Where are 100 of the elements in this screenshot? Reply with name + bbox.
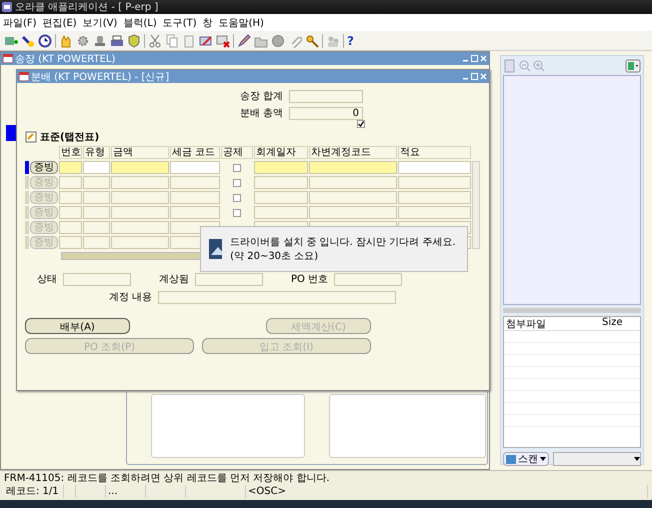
table-cell[interactable] [111,236,169,249]
status-message: FRM-41105: 레코드를 조회하려면 상위 레코드를 먼저 저장해야 합니다. [4,472,331,485]
menu-item[interactable]: 편집(E) [42,16,77,30]
gear-icon[interactable] [76,34,90,48]
table-cell[interactable] [309,161,397,174]
invoice-total-field[interactable] [289,90,363,102]
table-cell[interactable] [170,206,220,219]
clock-icon[interactable] [38,34,52,48]
table-cell[interactable] [170,191,220,204]
paste-icon[interactable] [182,34,196,48]
table-cell[interactable] [83,191,110,204]
table-cell[interactable] [309,206,397,219]
flashlight-icon[interactable] [21,34,35,48]
scanner-icon [506,454,516,464]
menu-item[interactable]: 블럭(L) [123,16,157,30]
table-cell[interactable] [254,191,308,204]
window-title: 분배 (KT POWERTEL) - [신규] [31,70,170,84]
attachment-list[interactable]: 첨부파일 Size [503,316,641,448]
column-header: 차변계정코드 [309,146,397,159]
shield-icon[interactable] [127,34,141,48]
table-cell[interactable] [170,161,220,174]
table-cell[interactable] [83,221,110,234]
help-icon[interactable]: ? [347,34,354,48]
record-count: 레코드: 1/1 [4,485,64,498]
action-button[interactable]: 배부(A) [25,318,130,334]
field-label: 계정 내용 [109,291,152,304]
tab-marker [6,125,16,141]
checkbox[interactable] [233,194,241,202]
block-title: 표준(탭전표) [40,131,100,144]
table-cell[interactable] [83,206,110,219]
field-label: 계상됨 [159,273,189,286]
app-title: 오라클 애플리케이션 - [ P-erp ] [15,1,158,14]
field-label: 분배 총액 [240,107,283,120]
status-field[interactable] [63,272,131,286]
checkbox[interactable] [233,208,241,216]
menu-item[interactable]: 도구(T) [162,16,197,30]
account-description-field[interactable] [158,290,396,304]
maximize-icon[interactable] [471,73,478,80]
dropdown-field[interactable] [553,452,641,466]
zoom-out-icon[interactable] [519,60,531,72]
checkbox[interactable] [233,164,241,172]
column-header: 회계일자 [254,146,308,159]
column-header: 세금 코드 [170,146,220,159]
menu-item[interactable]: 도움말(H) [218,16,264,30]
menu-item[interactable]: 보기(V) [82,16,118,30]
copy-icon[interactable] [165,34,179,48]
po-number-field[interactable] [334,272,402,286]
table-cell[interactable] [111,176,169,189]
table-cell[interactable] [254,176,308,189]
driver-install-icon [209,239,222,259]
delete-record-icon[interactable] [216,34,230,48]
close-icon[interactable] [480,55,487,62]
printer-icon[interactable] [110,34,124,48]
table-cell[interactable] [59,221,82,234]
table-cell[interactable] [309,191,397,204]
scan-button[interactable]: 스캔 [503,452,549,466]
menu-item[interactable]: 창 [202,16,213,30]
table-cell[interactable] [398,161,471,174]
document-icon[interactable] [503,59,517,73]
table-cell[interactable] [398,191,471,204]
checkbox[interactable] [233,178,241,186]
table-cell[interactable] [309,176,397,189]
table-cell[interactable] [83,236,110,249]
distribution-total-field[interactable]: 0 [289,106,363,120]
attachment-button[interactable]: 증빙 [30,161,58,174]
table-cell[interactable] [59,191,82,204]
table-cell[interactable] [59,236,82,249]
horizontal-scrollbar[interactable] [61,252,201,260]
close-icon[interactable] [480,73,487,80]
table-cell[interactable] [59,161,82,174]
table-cell[interactable] [83,176,110,189]
checkbox[interactable] [357,120,365,128]
status-segment: ... [106,485,146,498]
menu-item[interactable]: 파일(F) [3,16,37,30]
form-window-icon [19,72,29,81]
table-cell[interactable] [111,221,169,234]
maximize-icon[interactable] [471,55,478,62]
table-cell[interactable] [59,206,82,219]
table-cell[interactable] [398,206,471,219]
stamp-icon[interactable] [93,34,107,48]
table-cell[interactable] [111,206,169,219]
mode-indicator: <OSC> [246,485,648,498]
field-label: PO 번호 [291,273,328,286]
table-cell[interactable] [398,176,471,189]
table-cell[interactable] [170,176,220,189]
splitter[interactable] [503,308,641,313]
column-header: 첨부파일 [504,317,600,331]
table-cell[interactable] [83,161,110,174]
people-icon[interactable] [326,34,340,48]
table-cell[interactable] [59,176,82,189]
table-cell[interactable] [254,206,308,219]
table-cell[interactable] [254,161,308,174]
table-cell[interactable] [111,191,169,204]
pencil-icon[interactable] [237,34,251,48]
table-cell[interactable] [111,161,169,174]
vertical-scrollbar[interactable] [472,161,480,249]
scissors-icon[interactable] [148,34,162,48]
layout-icon[interactable] [625,59,641,73]
accounted-field[interactable] [195,272,263,286]
zoom-in-icon[interactable] [533,60,545,72]
